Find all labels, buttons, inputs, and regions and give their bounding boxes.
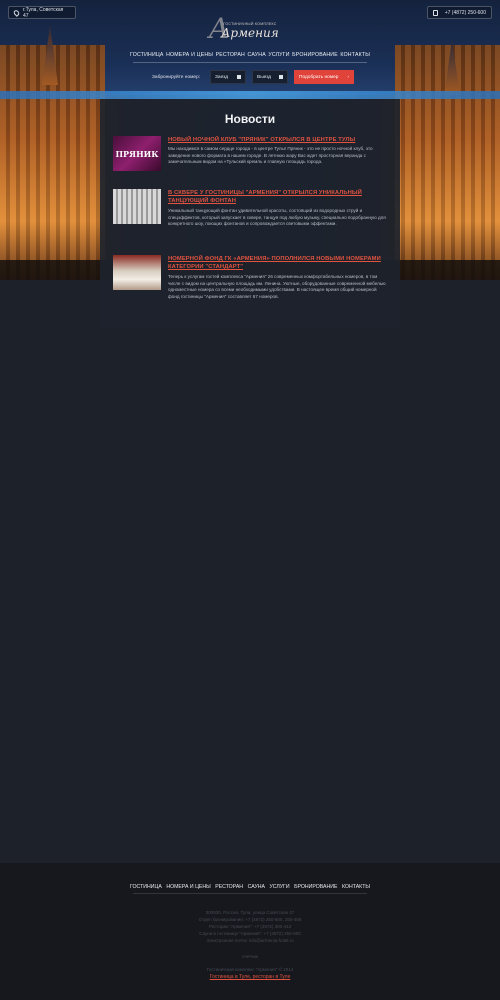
nav-item-hotel[interactable]: ГОСТИНИЦА <box>130 52 164 58</box>
footer-nav-restaurant[interactable]: РЕСТОРАН <box>215 884 243 890</box>
find-room-label: Подобрать номер <box>299 74 339 80</box>
news-headline[interactable]: НОМЕРНОЙ ФОНД ГК «АРМЕНИЯ» ПОПОЛНИЛСЯ НО… <box>168 255 386 271</box>
logo[interactable]: A ГОСТИНИЧНЫЙ КОМПЛЕКС Армения <box>205 10 295 45</box>
footer-booking-phone: Отдел бронирования: +7 (4872) 250-600, 2… <box>198 917 302 922</box>
footer-nav-hotel[interactable]: ГОСТИНИЦА <box>130 884 162 890</box>
map-pin-icon <box>12 8 21 17</box>
footer-sauna-phone: Сауна в гостинице "Армения": +7 (4872) 2… <box>199 931 301 936</box>
news-text: Мы находимся в самом сердце города - в ц… <box>168 146 373 165</box>
nav-divider <box>133 62 367 63</box>
address-pill[interactable]: г.Тула, Советская 47 <box>8 6 76 19</box>
news-thumbnail[interactable] <box>113 189 161 224</box>
copyright: Гостиничный комплекс "Армения" © 2014 <box>206 967 294 972</box>
thumbnail-logo-text: ПРЯНИК <box>115 148 159 159</box>
nav-item-rooms[interactable]: НОМЕРА И ЦЕНЫ <box>166 52 213 58</box>
logo-title: Армения <box>221 26 279 40</box>
news-thumbnail[interactable] <box>113 255 161 290</box>
news-text: Уникальный танцующий фонтан удивительной… <box>168 208 386 227</box>
booking-label: Забронируйте номер: <box>152 74 201 80</box>
nav-item-services[interactable]: УСЛУГИ <box>268 52 289 58</box>
footer-contact-info: 300000, Россия, Тула, улица Советская 47… <box>150 909 350 944</box>
page-title: Новости <box>224 112 276 126</box>
nav-item-restaurant[interactable]: РЕСТОРАН <box>216 52 245 58</box>
accent-strip <box>0 91 500 99</box>
checkin-label: Заезд <box>215 74 229 80</box>
booking-bar: Забронируйте номер: Заезд Выезд Подобрат… <box>152 70 354 84</box>
footer-nav-sauna[interactable]: САУНА <box>248 884 265 890</box>
find-room-button[interactable]: Подобрать номер › <box>294 70 354 84</box>
phone-icon <box>433 9 438 16</box>
checkin-field[interactable]: Заезд <box>210 70 246 84</box>
nav-item-contacts[interactable]: КОНТАКТЫ <box>340 52 370 58</box>
footer-nav-booking[interactable]: БРОНИРОВАНИЕ <box>294 884 337 890</box>
footer-nav-rooms[interactable]: НОМЕРА И ЦЕНЫ <box>166 884 210 890</box>
nav-item-sauna[interactable]: САУНА <box>247 52 265 58</box>
phone-text: +7 (4872) 250-600 <box>444 9 486 16</box>
phone-pill[interactable]: +7 (4872) 250-600 <box>427 6 492 19</box>
footer-nav: ГОСТИНИЦА НОМЕРА И ЦЕНЫ РЕСТОРАН САУНА У… <box>130 884 370 890</box>
calendar-icon <box>237 75 241 79</box>
footer-nav-contacts[interactable]: КОНТАКТЫ <box>342 884 370 890</box>
news-thumbnail[interactable]: ПРЯНИК <box>113 136 161 171</box>
news-text: Теперь к услугам гостей комплекса "Армен… <box>168 274 386 299</box>
visitor-counter[interactable]: счетчик <box>150 954 350 959</box>
footer-restaurant-phone: Ресторан "Армения": +7 (4872) 300-413 <box>208 924 292 929</box>
footer-nav-services[interactable]: УСЛУГИ <box>269 884 289 890</box>
checkout-label: Выезд <box>257 74 272 80</box>
footer-divider <box>133 893 367 894</box>
top-bar: г.Тула, Советская 47 A ГОСТИНИЧНЫЙ КОМПЛ… <box>0 0 500 50</box>
main-nav: ГОСТИНИЦА НОМЕРА И ЦЕНЫ РЕСТОРАН САУНА У… <box>130 52 370 58</box>
footer-seo-link[interactable]: Гостиница в Туле, ресторан в Туле <box>150 974 350 980</box>
calendar-icon <box>279 75 283 79</box>
news-headline[interactable]: НОВЫЙ НОЧНОЙ КЛУБ "ПРЯНИК" ОТКРЫЛСЯ В ЦЕ… <box>168 136 386 144</box>
footer-address: 300000, Россия, Тула, улица Советская 47 <box>205 910 295 915</box>
footer-email: Электронная почта: info@armenia-hotel.ru <box>206 938 294 943</box>
news-headline[interactable]: В СКВЕРЕ У ГОСТИНИЦЫ "АРМЕНИЯ" ОТКРЫЛСЯ … <box>168 189 386 205</box>
address-text: г.Тула, Советская 47 <box>22 6 64 19</box>
chevron-right-icon: › <box>347 74 349 80</box>
checkout-field[interactable]: Выезд <box>252 70 288 84</box>
nav-item-booking[interactable]: БРОНИРОВАНИЕ <box>292 52 338 58</box>
